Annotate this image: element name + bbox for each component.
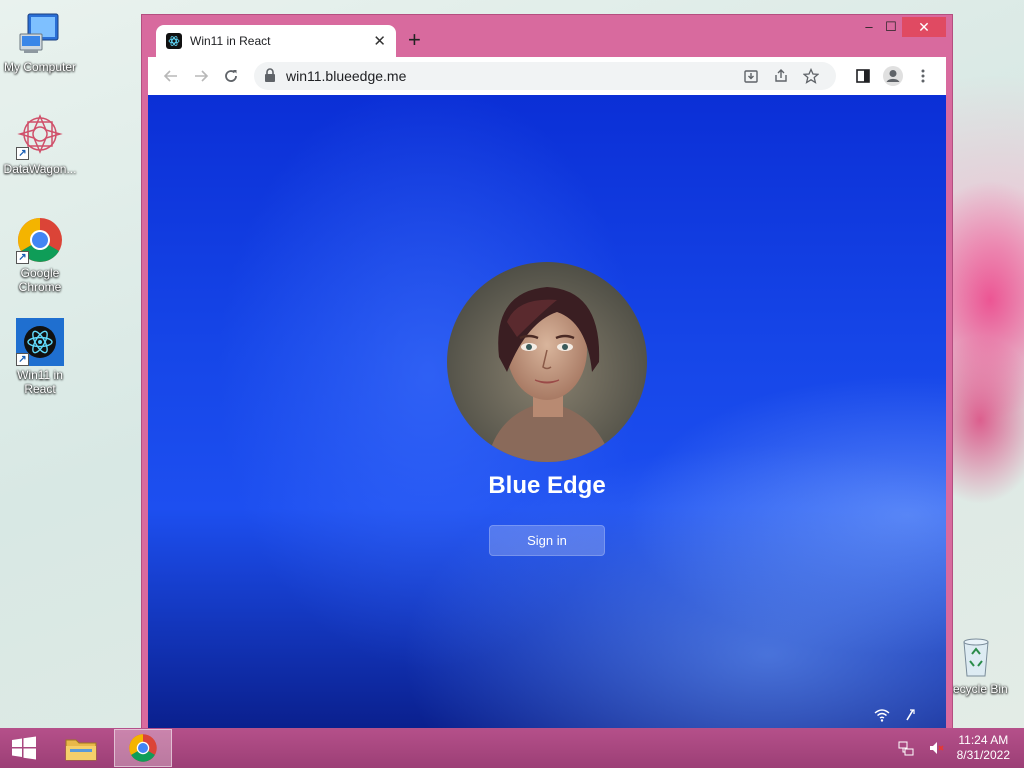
desktop-icon-label: DataWagon...: [3, 162, 77, 176]
install-app-icon[interactable]: [736, 68, 766, 84]
arrow-right-icon: [195, 70, 209, 82]
desktop-icon-win11-react[interactable]: ↗ Win11 in React: [0, 318, 80, 396]
lock-icon: [264, 67, 276, 85]
browser-tab[interactable]: Win11 in React ✕: [156, 25, 396, 57]
side-panel-icon[interactable]: [848, 68, 878, 84]
desktop-icon-label: Win11 in React: [17, 368, 63, 396]
desktop-icon-label: Google Chrome: [18, 266, 62, 294]
desktop-icon-google-chrome[interactable]: ↗ Google Chrome: [0, 216, 80, 294]
tab-title: Win11 in React: [190, 34, 271, 48]
arrow-left-icon: [163, 70, 177, 82]
desktop-icon-label: My Computer: [3, 60, 77, 74]
clock-date: 8/31/2022: [956, 748, 1010, 762]
shortcut-arrow-icon: ↗: [16, 147, 29, 160]
window-controls: – ☐ ✕: [858, 17, 946, 37]
browser-window: – ☐ ✕ Win11 in React ✕ + win11.blueedge.…: [141, 14, 953, 738]
minimize-button[interactable]: –: [858, 17, 880, 37]
desktop-icon-label: Recycle Bin: [944, 682, 1008, 696]
close-window-button[interactable]: ✕: [902, 17, 946, 37]
user-name: Blue Edge: [488, 472, 606, 499]
chrome-icon: ↗: [16, 216, 64, 264]
windows-logo-icon: [12, 736, 36, 760]
forward-button[interactable]: [186, 61, 216, 91]
chrome-icon: [129, 734, 157, 762]
start-button[interactable]: [10, 736, 38, 760]
system-tray: [898, 740, 944, 761]
shortcut-arrow-icon: ↗: [16, 353, 29, 366]
reload-icon: [225, 70, 237, 82]
new-tab-button[interactable]: +: [408, 29, 421, 51]
taskbar-clock[interactable]: 11:24 AM 8/31/2022: [957, 733, 1010, 763]
desktop-icon-datawagon[interactable]: ↗ DataWagon...: [0, 112, 80, 176]
taskbar: 11:24 AM 8/31/2022: [0, 728, 1024, 768]
maximize-button[interactable]: ☐: [880, 17, 902, 37]
more-menu-icon[interactable]: [908, 68, 938, 84]
datawagon-icon: ↗: [16, 112, 64, 160]
page-viewport: Blue Edge Sign in: [148, 95, 946, 731]
sign-in-button[interactable]: Sign in: [489, 525, 605, 556]
shortcut-arrow-icon: ↗: [16, 251, 29, 264]
address-bar[interactable]: win11.blueedge.me: [254, 62, 836, 90]
address-url: win11.blueedge.me: [286, 68, 407, 84]
tab-close-icon[interactable]: ✕: [373, 32, 386, 50]
back-button[interactable]: [156, 61, 186, 91]
battery-icon[interactable]: [904, 708, 916, 725]
volume-muted-icon[interactable]: [928, 740, 944, 761]
react-icon: ↗: [16, 318, 64, 366]
network-icon[interactable]: [898, 740, 914, 761]
page-tray: [874, 708, 916, 725]
reload-button[interactable]: [216, 61, 246, 91]
user-avatar: [447, 262, 647, 462]
taskbar-file-explorer[interactable]: [52, 729, 110, 767]
profile-avatar-icon[interactable]: [878, 65, 908, 87]
recycle-bin-icon: [952, 632, 1000, 680]
share-icon[interactable]: [766, 68, 796, 84]
browser-toolbar: win11.blueedge.me: [148, 57, 946, 95]
toolbar-right: [848, 65, 938, 87]
computer-icon: [16, 10, 64, 58]
wifi-icon[interactable]: [874, 708, 890, 725]
bookmark-star-icon[interactable]: [796, 68, 826, 84]
desktop-icon-my-computer[interactable]: My Computer: [0, 10, 80, 74]
folder-icon: [65, 739, 97, 761]
clock-time: 11:24 AM: [958, 733, 1009, 747]
taskbar-chrome[interactable]: [114, 729, 172, 767]
react-favicon-icon: [166, 33, 182, 49]
